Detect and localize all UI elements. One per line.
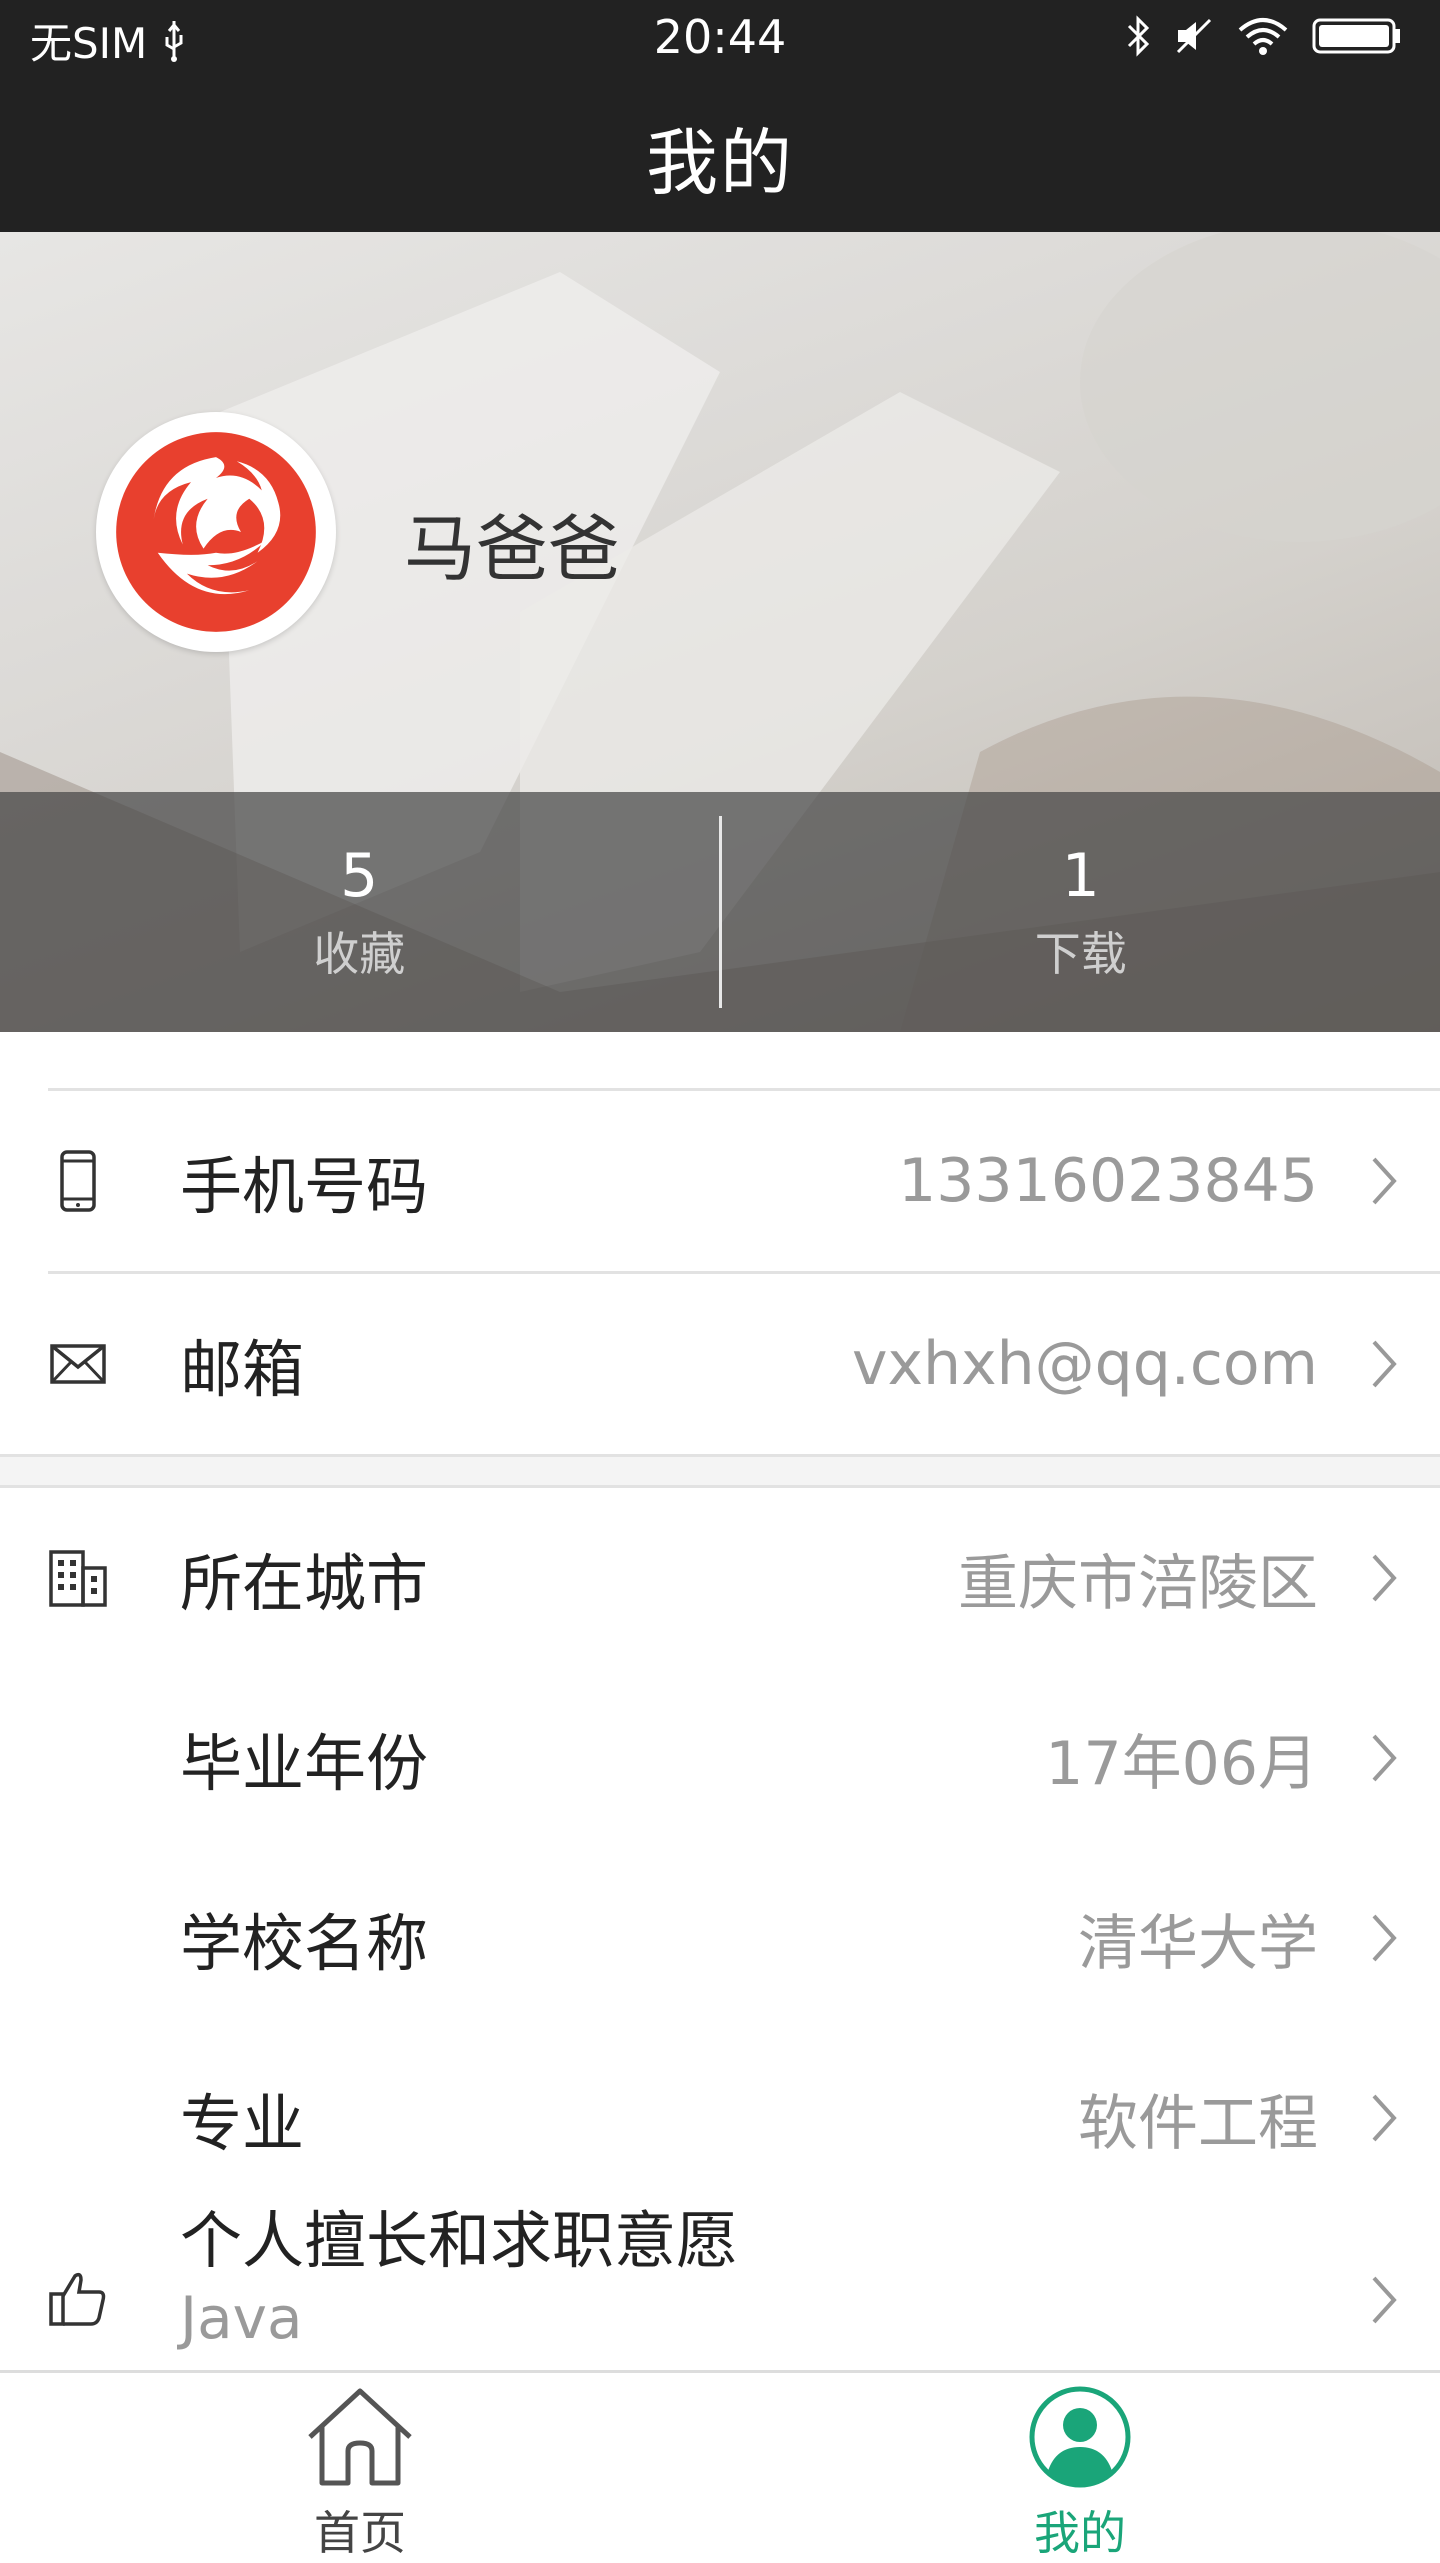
tab-home-label: 首页 bbox=[314, 2497, 406, 2563]
major-value: 软件工程 bbox=[1078, 2075, 1318, 2162]
avatar[interactable] bbox=[96, 412, 336, 652]
chevron-right-icon bbox=[1366, 2088, 1402, 2148]
status-bar: 无SIM 20:44 bbox=[0, 0, 1440, 80]
phone-icon bbox=[46, 1149, 110, 1213]
stats-bar: 5 收藏 1 下载 bbox=[0, 792, 1440, 1032]
favorites-count: 5 bbox=[340, 840, 378, 912]
tab-profile[interactable]: 我的 bbox=[720, 2373, 1440, 2563]
chevron-right-icon bbox=[1366, 1908, 1402, 1968]
thumbs-up-icon bbox=[46, 2266, 110, 2330]
graduation-year-value: 17年06月 bbox=[1045, 1715, 1318, 1802]
graduation-year-label: 毕业年份 bbox=[180, 1713, 428, 1803]
username: 马爸爸 bbox=[404, 490, 620, 595]
email-value: vxhxh@qq.com bbox=[852, 1329, 1318, 1399]
home-icon bbox=[302, 2385, 418, 2489]
tab-home[interactable]: 首页 bbox=[0, 2373, 720, 2563]
school-row[interactable]: 学校名称 清华大学 bbox=[0, 1848, 1440, 2028]
downloads-label: 下载 bbox=[1035, 918, 1127, 984]
chevron-right-icon bbox=[1366, 1334, 1402, 1394]
stat-favorites[interactable]: 5 收藏 bbox=[0, 792, 719, 1032]
phone-value: 13316023845 bbox=[898, 1146, 1318, 1216]
building-icon bbox=[46, 1546, 110, 1610]
tab-profile-label: 我的 bbox=[1034, 2497, 1126, 2563]
city-row[interactable]: 所在城市 重庆市涪陵区 bbox=[0, 1488, 1440, 1668]
section-gap bbox=[0, 1457, 1440, 1485]
wifi-icon bbox=[1236, 14, 1290, 58]
phone-row[interactable]: 手机号码 13316023845 bbox=[0, 1091, 1440, 1271]
profile-icon bbox=[1028, 2385, 1132, 2489]
major-label: 专业 bbox=[180, 2073, 304, 2163]
chevron-right-icon bbox=[1366, 2270, 1402, 2330]
bottom-tab-bar: 首页 我的 bbox=[0, 2370, 1440, 2563]
chevron-right-icon bbox=[1366, 1151, 1402, 1211]
page-title: 我的 bbox=[646, 104, 794, 209]
battery-icon bbox=[1312, 14, 1402, 58]
skills-label: 个人擅长和求职意愿 bbox=[180, 2200, 738, 2280]
city-label: 所在城市 bbox=[180, 1533, 428, 1623]
muted-icon bbox=[1174, 14, 1214, 58]
graduation-year-row[interactable]: 毕业年份 17年06月 bbox=[0, 1668, 1440, 1848]
email-label: 邮箱 bbox=[180, 1319, 304, 1409]
city-value: 重庆市涪陵区 bbox=[958, 1535, 1318, 1622]
major-row[interactable]: 专业 软件工程 bbox=[0, 2028, 1440, 2208]
chevron-right-icon bbox=[1366, 1548, 1402, 1608]
phoenix-logo-icon bbox=[112, 428, 320, 636]
skills-value: Java bbox=[180, 2284, 303, 2352]
school-value: 清华大学 bbox=[1078, 1895, 1318, 1982]
phone-label: 手机号码 bbox=[180, 1136, 428, 1226]
bluetooth-icon bbox=[1124, 14, 1152, 58]
stat-downloads[interactable]: 1 下载 bbox=[722, 792, 1440, 1032]
mail-icon bbox=[46, 1332, 110, 1396]
status-right bbox=[1124, 14, 1402, 58]
email-row[interactable]: 邮箱 vxhxh@qq.com bbox=[0, 1274, 1440, 1454]
downloads-count: 1 bbox=[1062, 840, 1100, 912]
list-top-gap bbox=[0, 1032, 1440, 1088]
profile-banner: 马爸爸 5 收藏 1 下载 bbox=[0, 232, 1440, 1032]
chevron-right-icon bbox=[1366, 1728, 1402, 1788]
skills-row[interactable]: 个人擅长和求职意愿 Java bbox=[0, 2200, 1440, 2370]
favorites-label: 收藏 bbox=[313, 918, 405, 984]
school-label: 学校名称 bbox=[180, 1893, 428, 1983]
title-bar: 我的 bbox=[0, 80, 1440, 232]
